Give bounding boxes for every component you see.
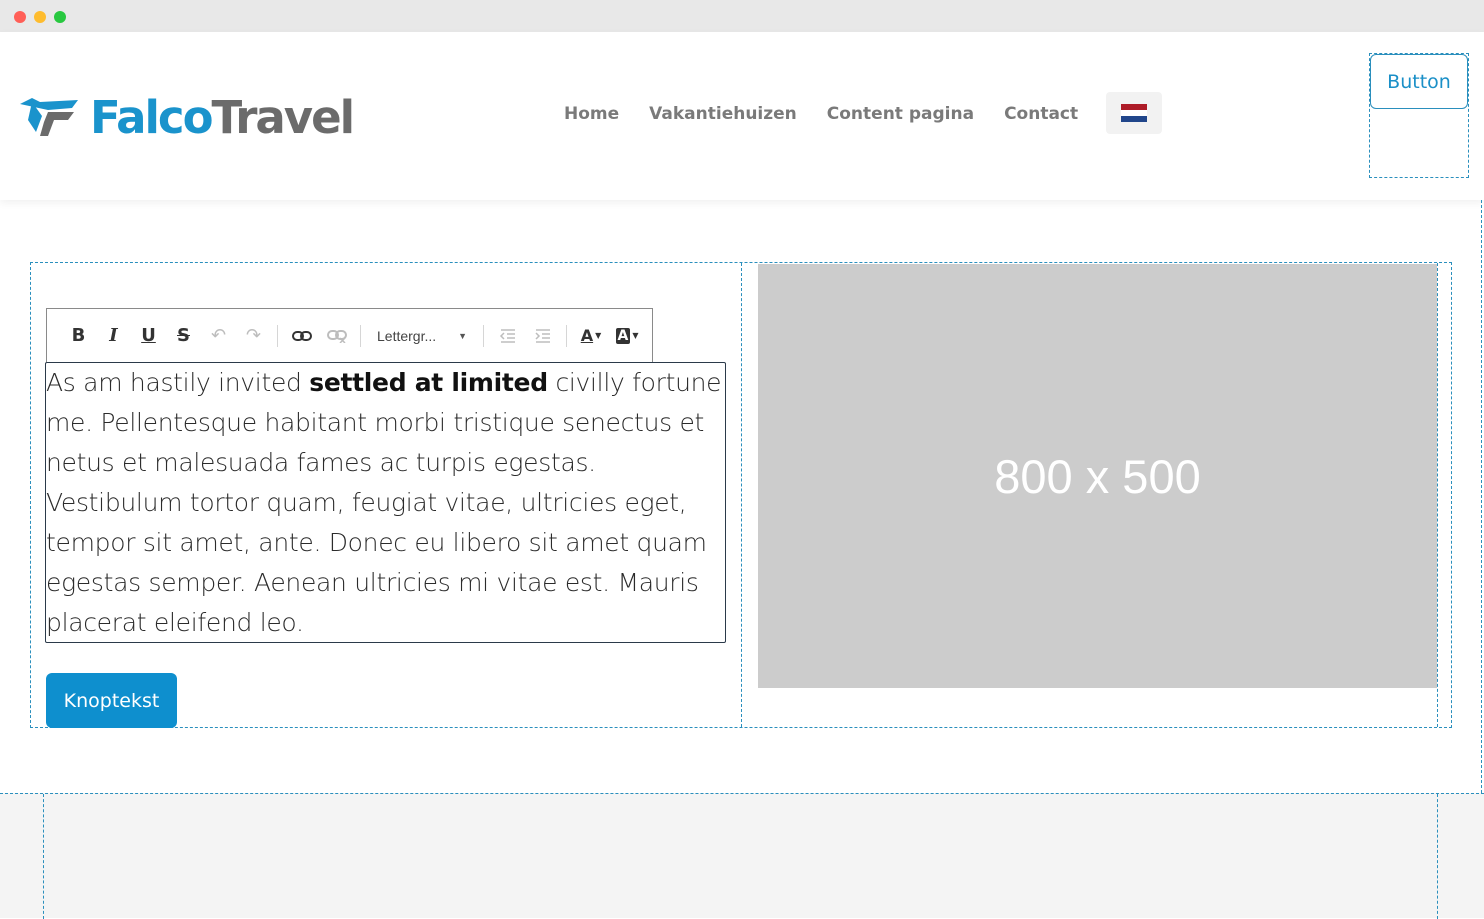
minimize-window-button[interactable]: [34, 11, 46, 23]
toolbar-divider: [360, 324, 361, 347]
editor-bold-text: settled at limited: [309, 368, 548, 397]
toolbar-divider: [566, 324, 567, 347]
logo-part-travel: Travel: [211, 90, 355, 144]
close-window-button[interactable]: [14, 11, 26, 23]
editor-paragraph[interactable]: As am hastily invited settled at limited…: [46, 363, 725, 643]
text-column: B I U S ↶ ↷ Lettergr... ▼ A ▼ A ▼ As am …: [31, 263, 742, 728]
site-header: FalcoTravel Home Vakantiehuizen Content …: [0, 32, 1484, 200]
editor-text-start: As am hastily invited: [46, 368, 310, 397]
nav-item-content-pagina[interactable]: Content pagina: [827, 104, 974, 124]
caret-down-icon: ▼: [595, 331, 602, 340]
toolbar-divider: [277, 324, 278, 347]
layout-guide-left: [43, 794, 44, 919]
caret-down-icon: ▼: [458, 330, 467, 341]
caret-down-icon: ▼: [632, 331, 639, 340]
header-button-dropzone: Button: [1369, 53, 1469, 178]
nav-item-vakantiehuizen[interactable]: Vakantiehuizen: [649, 104, 797, 124]
layout-guide-column: [1437, 263, 1438, 727]
content-section: B I U S ↶ ↷ Lettergr... ▼ A ▼ A ▼ As am …: [30, 262, 1452, 728]
italic-button[interactable]: I: [96, 319, 131, 353]
strikethrough-button[interactable]: S: [166, 319, 201, 353]
rich-text-editor[interactable]: As am hastily invited settled at limited…: [45, 362, 726, 643]
layout-guide-right-inner: [1437, 794, 1438, 919]
main-nav: Home Vakantiehuizen Content pagina Conta…: [564, 104, 1108, 124]
cta-button[interactable]: Knoptekst: [46, 673, 177, 728]
editor-toolbar: B I U S ↶ ↷ Lettergr... ▼ A ▼ A ▼: [46, 308, 653, 362]
maximize-window-button[interactable]: [54, 11, 66, 23]
editor-text-end: civilly fortune me. Pellentesque habitan…: [46, 368, 722, 637]
next-section: [0, 793, 1484, 919]
logo-wordmark: FalcoTravel: [90, 95, 355, 140]
underline-button[interactable]: U: [131, 319, 166, 353]
text-color-icon: A: [580, 326, 594, 345]
text-color-button[interactable]: A ▼: [573, 319, 609, 353]
window-titlebar: [0, 0, 1484, 32]
toolbar-divider: [483, 324, 484, 347]
bold-button[interactable]: B: [61, 319, 96, 353]
language-switcher[interactable]: [1106, 92, 1162, 134]
image-placeholder-label: 800 x 500: [994, 449, 1201, 503]
undo-icon[interactable]: ↶: [201, 319, 236, 353]
site-logo[interactable]: FalcoTravel: [18, 92, 355, 142]
image-placeholder[interactable]: 800 x 500: [758, 264, 1437, 688]
header-button[interactable]: Button: [1370, 54, 1468, 109]
indent-icon[interactable]: [525, 319, 560, 353]
nav-item-home[interactable]: Home: [564, 104, 619, 124]
falcon-wing-icon: [20, 98, 78, 136]
redo-icon[interactable]: ↷: [236, 319, 271, 353]
logo-part-falco: Falco: [90, 90, 213, 144]
outdent-icon[interactable]: [490, 319, 525, 353]
background-color-button[interactable]: A ▼: [609, 319, 645, 353]
background-color-icon: A: [615, 327, 631, 344]
link-icon[interactable]: [284, 319, 319, 353]
nav-item-contact[interactable]: Contact: [1004, 104, 1078, 124]
font-size-select[interactable]: Lettergr... ▼: [367, 328, 477, 344]
font-size-select-value: Lettergr...: [377, 327, 437, 344]
unlink-icon[interactable]: [319, 319, 354, 353]
netherlands-flag-icon: [1121, 103, 1147, 123]
